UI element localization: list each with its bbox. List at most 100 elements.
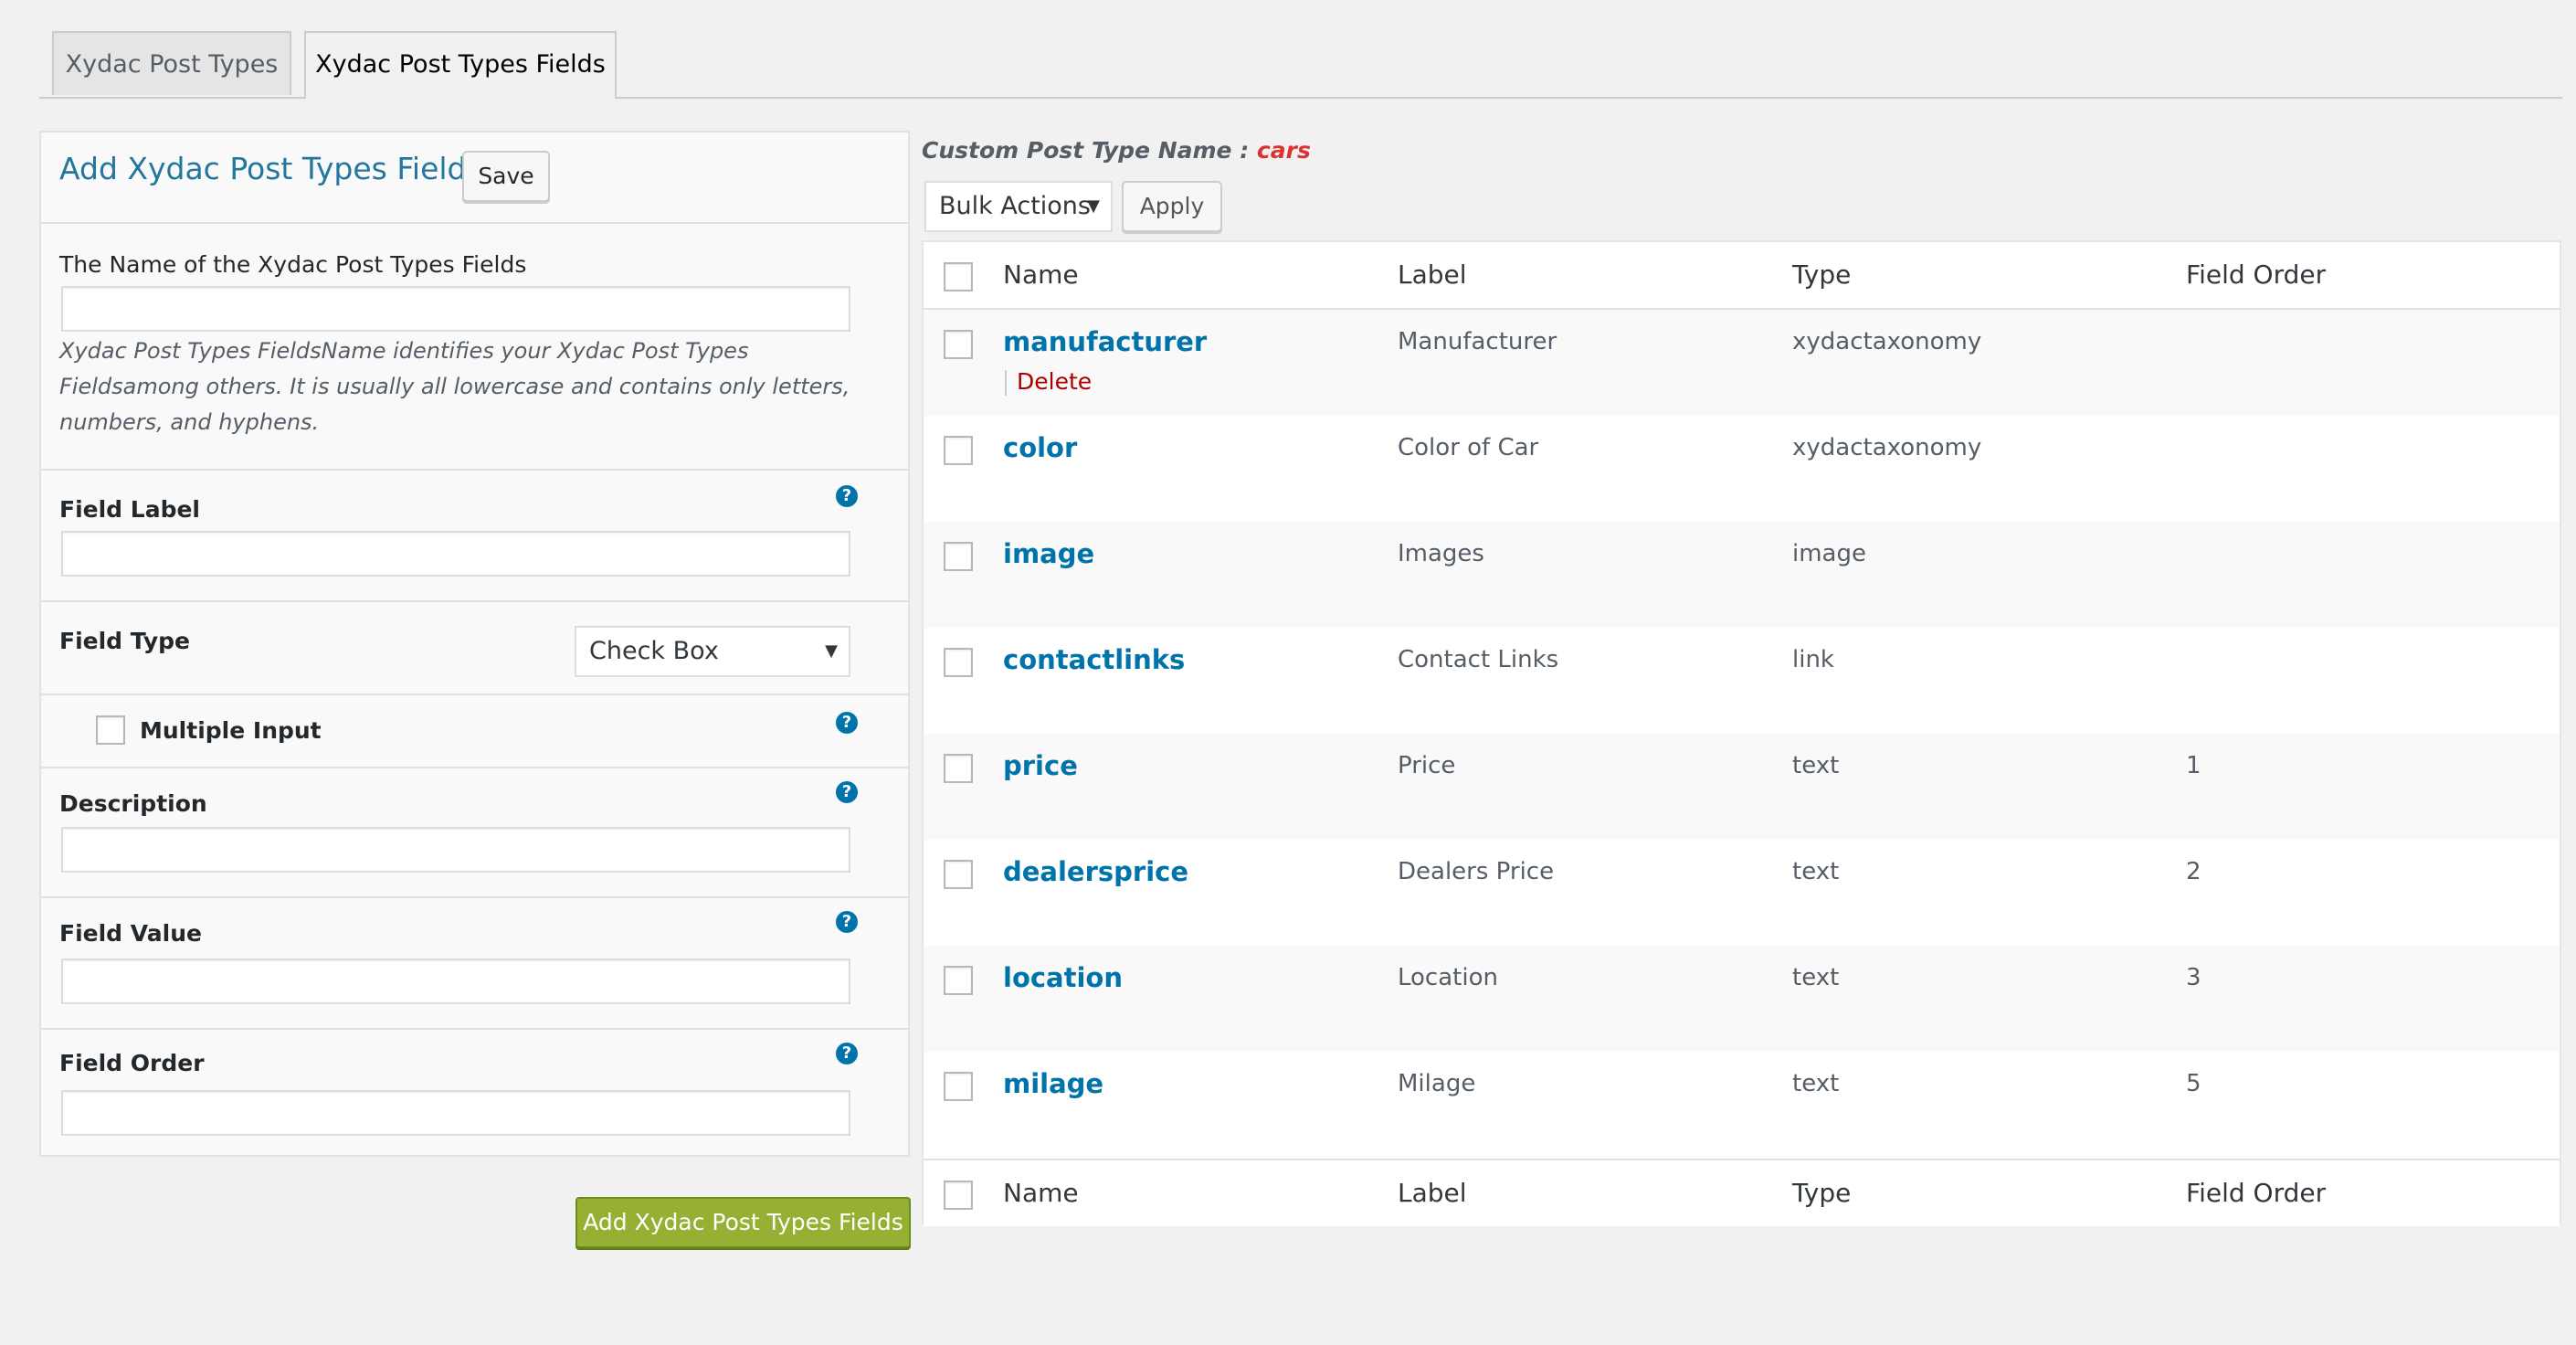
column-type[interactable]: Type bbox=[1792, 242, 1851, 308]
help-icon[interactable]: ? bbox=[836, 1043, 858, 1064]
field-order: 5 bbox=[2186, 1070, 2201, 1097]
table-header: Name Label Type Field Order bbox=[924, 242, 2560, 310]
field-type-select[interactable]: Check Box ▼ bbox=[575, 626, 850, 677]
row-checkbox[interactable] bbox=[944, 648, 973, 677]
field-type-section: Field Type Check Box ▼ bbox=[41, 602, 908, 695]
table-footer: Name Label Type Field Order bbox=[924, 1159, 2560, 1226]
field-type: image bbox=[1792, 540, 1866, 567]
table-row: location Location text 3 bbox=[924, 946, 2560, 1052]
field-label: Contact Links bbox=[1398, 646, 1559, 673]
help-icon[interactable]: ? bbox=[836, 485, 858, 507]
select-all-checkbox[interactable] bbox=[944, 262, 973, 291]
divider bbox=[1005, 370, 1007, 396]
bulk-actions-select[interactable]: Bulk Actions ▼ bbox=[924, 181, 1113, 232]
table-row: contactlinks Contact Links link bbox=[924, 628, 2560, 734]
field-label: Images bbox=[1398, 540, 1484, 567]
chevron-down-icon: ▼ bbox=[825, 641, 838, 661]
field-name-link[interactable]: price bbox=[1003, 750, 1078, 781]
column-name[interactable]: Name bbox=[1003, 1160, 1079, 1226]
column-field-order[interactable]: Field Order bbox=[2186, 1160, 2326, 1226]
field-type: link bbox=[1792, 646, 1834, 673]
field-name-link[interactable]: location bbox=[1003, 962, 1123, 993]
field-order: 3 bbox=[2186, 964, 2201, 991]
field-name-link[interactable]: contactlinks bbox=[1003, 644, 1185, 675]
field-order-input[interactable] bbox=[61, 1090, 850, 1136]
field-label: Color of Car bbox=[1398, 434, 1539, 461]
row-checkbox[interactable] bbox=[944, 436, 973, 465]
field-name-link[interactable]: manufacturer bbox=[1003, 326, 1207, 357]
description-section: Description ? bbox=[41, 768, 908, 898]
custom-post-type-name: Custom Post Type Name : cars bbox=[922, 137, 1311, 164]
field-value-input[interactable] bbox=[61, 958, 850, 1004]
row-checkbox[interactable] bbox=[944, 330, 973, 359]
name-section: The Name of the Xydac Post Types Fields … bbox=[41, 222, 908, 471]
select-all-checkbox[interactable] bbox=[944, 1181, 973, 1210]
field-label: Manufacturer bbox=[1398, 328, 1557, 355]
multiple-input-label: Multiple Input bbox=[140, 717, 322, 744]
fields-table: Name Label Type Field Order manufacturer… bbox=[922, 240, 2561, 1226]
field-order: 1 bbox=[2186, 752, 2201, 779]
bulk-actions-value: Bulk Actions bbox=[939, 192, 1091, 220]
field-name-link[interactable]: image bbox=[1003, 538, 1094, 569]
field-type: text bbox=[1792, 858, 1840, 885]
table-row: milage Milage text 5 bbox=[924, 1052, 2560, 1158]
column-label[interactable]: Label bbox=[1398, 1160, 1467, 1226]
tab-bar: Xydac Post Types Xydac Post Types Fields bbox=[39, 31, 2562, 99]
help-icon[interactable]: ? bbox=[836, 712, 858, 734]
row-checkbox[interactable] bbox=[944, 754, 973, 783]
field-name-link[interactable]: milage bbox=[1003, 1068, 1103, 1099]
field-order: 2 bbox=[2186, 858, 2201, 885]
column-field-order[interactable]: Field Order bbox=[2186, 242, 2326, 308]
table-row: image Images image bbox=[924, 522, 2560, 628]
description-label: Description bbox=[59, 790, 207, 817]
add-field-button[interactable]: Add Xydac Post Types Fields bbox=[575, 1197, 911, 1248]
column-label[interactable]: Label bbox=[1398, 242, 1467, 308]
field-type-label: Field Type bbox=[59, 628, 191, 654]
column-name[interactable]: Name bbox=[1003, 242, 1079, 308]
field-name-link[interactable]: dealersprice bbox=[1003, 856, 1188, 887]
description-input[interactable] bbox=[61, 827, 850, 873]
field-name-link[interactable]: color bbox=[1003, 432, 1077, 463]
tab-xydac-post-types[interactable]: Xydac Post Types bbox=[52, 31, 291, 95]
name-label: The Name of the Xydac Post Types Fields bbox=[59, 251, 527, 278]
multiple-input-checkbox[interactable] bbox=[96, 715, 125, 745]
field-type: xydactaxonomy bbox=[1792, 434, 1982, 461]
field-type: xydactaxonomy bbox=[1792, 328, 1982, 355]
field-label-section: Field Label ? bbox=[41, 471, 908, 602]
field-order-section: Field Order ? bbox=[41, 1030, 908, 1157]
field-label: Price bbox=[1398, 752, 1456, 779]
custom-post-type-prefix: Custom Post Type Name : bbox=[922, 137, 1257, 164]
table-row: price Price text 1 bbox=[924, 734, 2560, 840]
name-help-text: Xydac Post Types FieldsName identifies y… bbox=[59, 338, 850, 435]
help-icon[interactable]: ? bbox=[836, 911, 858, 933]
custom-post-type-value: cars bbox=[1256, 137, 1311, 164]
panel-header: Add Xydac Post Types Fields Save bbox=[41, 132, 908, 224]
field-type: text bbox=[1792, 752, 1840, 779]
table-row: manufacturer Delete Manufacturer xydacta… bbox=[924, 310, 2560, 416]
tab-xydac-post-types-fields[interactable]: Xydac Post Types Fields bbox=[304, 31, 617, 99]
field-value-section: Field Value ? bbox=[41, 898, 908, 1030]
field-label: Milage bbox=[1398, 1070, 1476, 1097]
panel-title: Add Xydac Post Types Fields bbox=[59, 151, 482, 186]
field-label-input[interactable] bbox=[61, 531, 850, 577]
multiple-input-section: Multiple Input ? bbox=[41, 695, 908, 768]
row-checkbox[interactable] bbox=[944, 1072, 973, 1101]
apply-button[interactable]: Apply bbox=[1122, 181, 1222, 232]
save-button[interactable]: Save bbox=[462, 151, 550, 202]
table-row: color Color of Car xydactaxonomy bbox=[924, 416, 2560, 522]
row-checkbox[interactable] bbox=[944, 860, 973, 889]
chevron-down-icon: ▼ bbox=[1087, 196, 1100, 216]
field-type-value: Check Box bbox=[589, 637, 719, 665]
row-checkbox[interactable] bbox=[944, 542, 973, 571]
column-type[interactable]: Type bbox=[1792, 1160, 1851, 1226]
table-row: dealersprice Dealers Price text 2 bbox=[924, 840, 2560, 946]
name-input[interactable] bbox=[61, 286, 850, 332]
help-icon[interactable]: ? bbox=[836, 781, 858, 803]
field-value-label: Field Value bbox=[59, 920, 202, 947]
field-label: Dealers Price bbox=[1398, 858, 1555, 885]
add-field-panel: Add Xydac Post Types Fields Save The Nam… bbox=[39, 131, 910, 1157]
delete-link[interactable]: Delete bbox=[1017, 368, 1092, 395]
row-checkbox[interactable] bbox=[944, 966, 973, 995]
field-label-label: Field Label bbox=[59, 496, 200, 523]
field-label: Location bbox=[1398, 964, 1498, 991]
